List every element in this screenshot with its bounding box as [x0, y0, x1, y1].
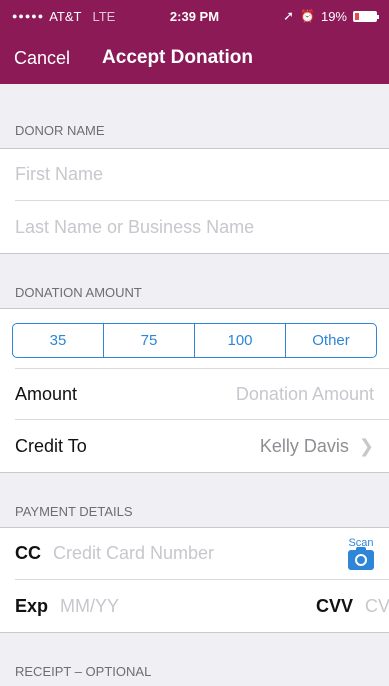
first-name-input[interactable]	[15, 164, 374, 185]
amount-row: Amount	[15, 368, 389, 420]
segment-100[interactable]: 100	[195, 324, 286, 357]
signal-strength-icon: ●●●●●	[12, 11, 45, 21]
cc-label: CC	[15, 543, 41, 563]
credit-to-value: Kelly Davis	[259, 435, 349, 456]
donation-amount-group: 35 75 100 Other Amount Credit To Kelly D…	[0, 308, 389, 473]
carrier-name: AT&T	[49, 8, 82, 24]
status-right: ➚ ⏰ 19%	[283, 8, 379, 24]
carrier-info: ●●●●● AT&T LTE	[12, 9, 115, 24]
segment-75[interactable]: 75	[104, 324, 195, 357]
status-bar: ●●●●● AT&T LTE 2:39 PM ➚ ⏰ 19%	[0, 0, 389, 32]
cvv-input[interactable]	[365, 595, 389, 617]
expiry-input[interactable]	[60, 595, 293, 617]
first-name-row	[15, 149, 389, 201]
donation-amount-header: DONATION AMOUNT	[15, 285, 142, 300]
camera-icon	[348, 547, 374, 570]
cvv-label: CVV	[316, 595, 354, 616]
credit-card-input[interactable]	[53, 543, 348, 564]
payment-details-group: CC Scan Exp CVV	[0, 527, 389, 633]
battery-icon	[353, 10, 379, 22]
credit-to-label: Credit To	[15, 435, 87, 456]
cc-row: CC Scan	[15, 528, 389, 580]
exp-label: Exp	[15, 595, 49, 616]
segment-35[interactable]: 35	[13, 324, 104, 357]
alarm-clock-icon: ⏰	[300, 9, 315, 23]
battery-percent: 19%	[320, 8, 347, 24]
exp-cvv-row: Exp CVV	[15, 580, 389, 632]
donor-name-group	[0, 148, 389, 254]
navigation-bar: Cancel Accept Donation	[0, 32, 389, 84]
last-name-input[interactable]	[15, 216, 374, 238]
receipt-header: RECEIPT – OPTIONAL	[15, 664, 152, 679]
amount-label: Amount	[15, 383, 78, 404]
donation-amount-input[interactable]	[77, 383, 374, 405]
cancel-button[interactable]: Cancel	[14, 48, 70, 69]
amount-segmented-control: 35 75 100 Other	[12, 323, 377, 358]
scan-card-button[interactable]: Scan	[348, 537, 374, 570]
payment-details-header: PAYMENT DETAILS	[15, 504, 133, 519]
page-title: Accept Donation	[102, 47, 253, 68]
segment-other[interactable]: Other	[286, 324, 376, 357]
donor-name-header: DONOR NAME	[15, 123, 105, 138]
credit-to-row[interactable]: Credit To Kelly Davis ❯	[15, 420, 389, 472]
last-name-row	[15, 201, 389, 253]
location-arrow-icon: ➚	[283, 8, 295, 23]
chevron-right-icon: ❯	[358, 435, 374, 456]
network-type: LTE	[92, 8, 116, 24]
